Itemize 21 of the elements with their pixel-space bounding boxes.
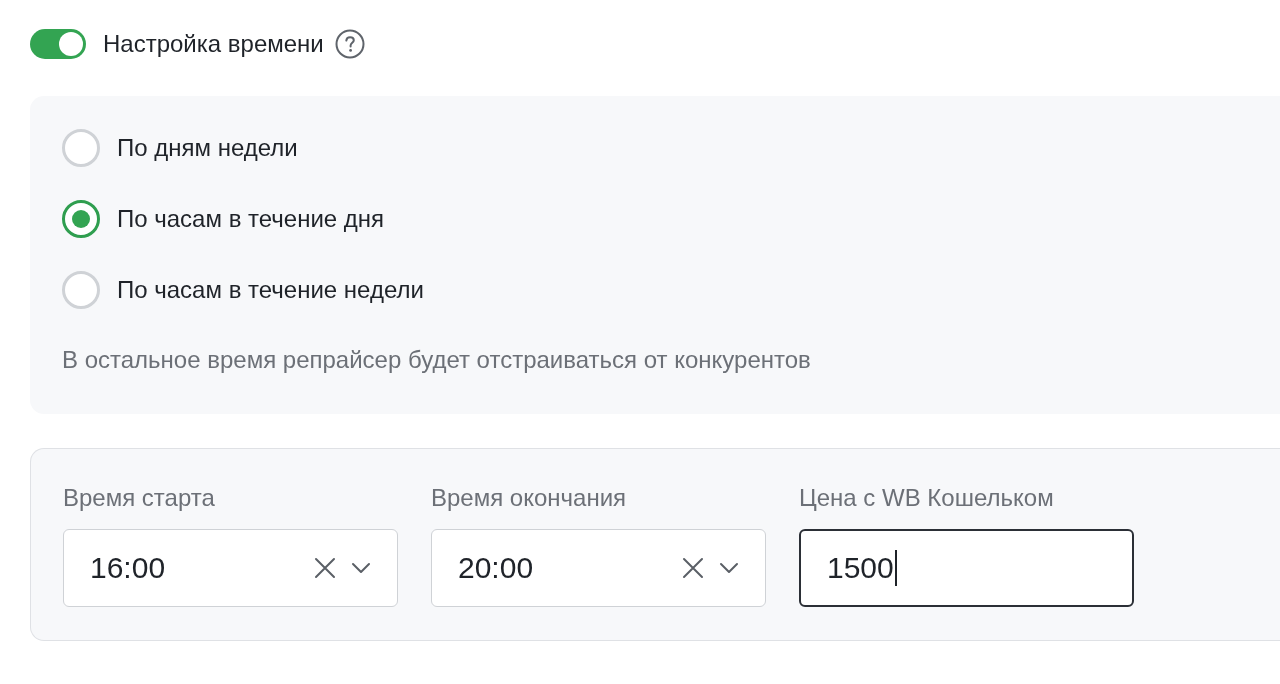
radio-label[interactable]: По часам в течение недели xyxy=(117,275,424,305)
toggle-switch[interactable] xyxy=(30,29,86,59)
text-cursor xyxy=(894,550,897,586)
chevron-down-icon[interactable] xyxy=(719,562,739,574)
field-label: Время окончания xyxy=(431,484,628,512)
hint-text: В остальное время репрайсер будет отстраиваться от конкурентов xyxy=(62,346,812,374)
chevron-down-icon[interactable] xyxy=(351,562,371,574)
help-icon[interactable] xyxy=(334,29,365,59)
radio-button[interactable] xyxy=(62,200,100,238)
radio-button[interactable] xyxy=(62,129,100,167)
radio-label[interactable]: По часам в течение дня xyxy=(117,204,385,234)
section-title: Настройка времени xyxy=(103,29,324,59)
time-select[interactable]: 20:00 xyxy=(431,529,766,607)
field-label: Цена с WB Кошельком xyxy=(799,484,1055,512)
price-input[interactable]: 1500 xyxy=(799,529,1134,607)
close-icon[interactable] xyxy=(682,557,704,579)
radio-button[interactable] xyxy=(62,271,100,309)
time-select[interactable]: 16:00 xyxy=(63,529,398,607)
radio-label[interactable]: По дням недели xyxy=(117,133,298,163)
field-label: Время старта xyxy=(63,484,216,512)
close-icon[interactable] xyxy=(314,557,336,579)
